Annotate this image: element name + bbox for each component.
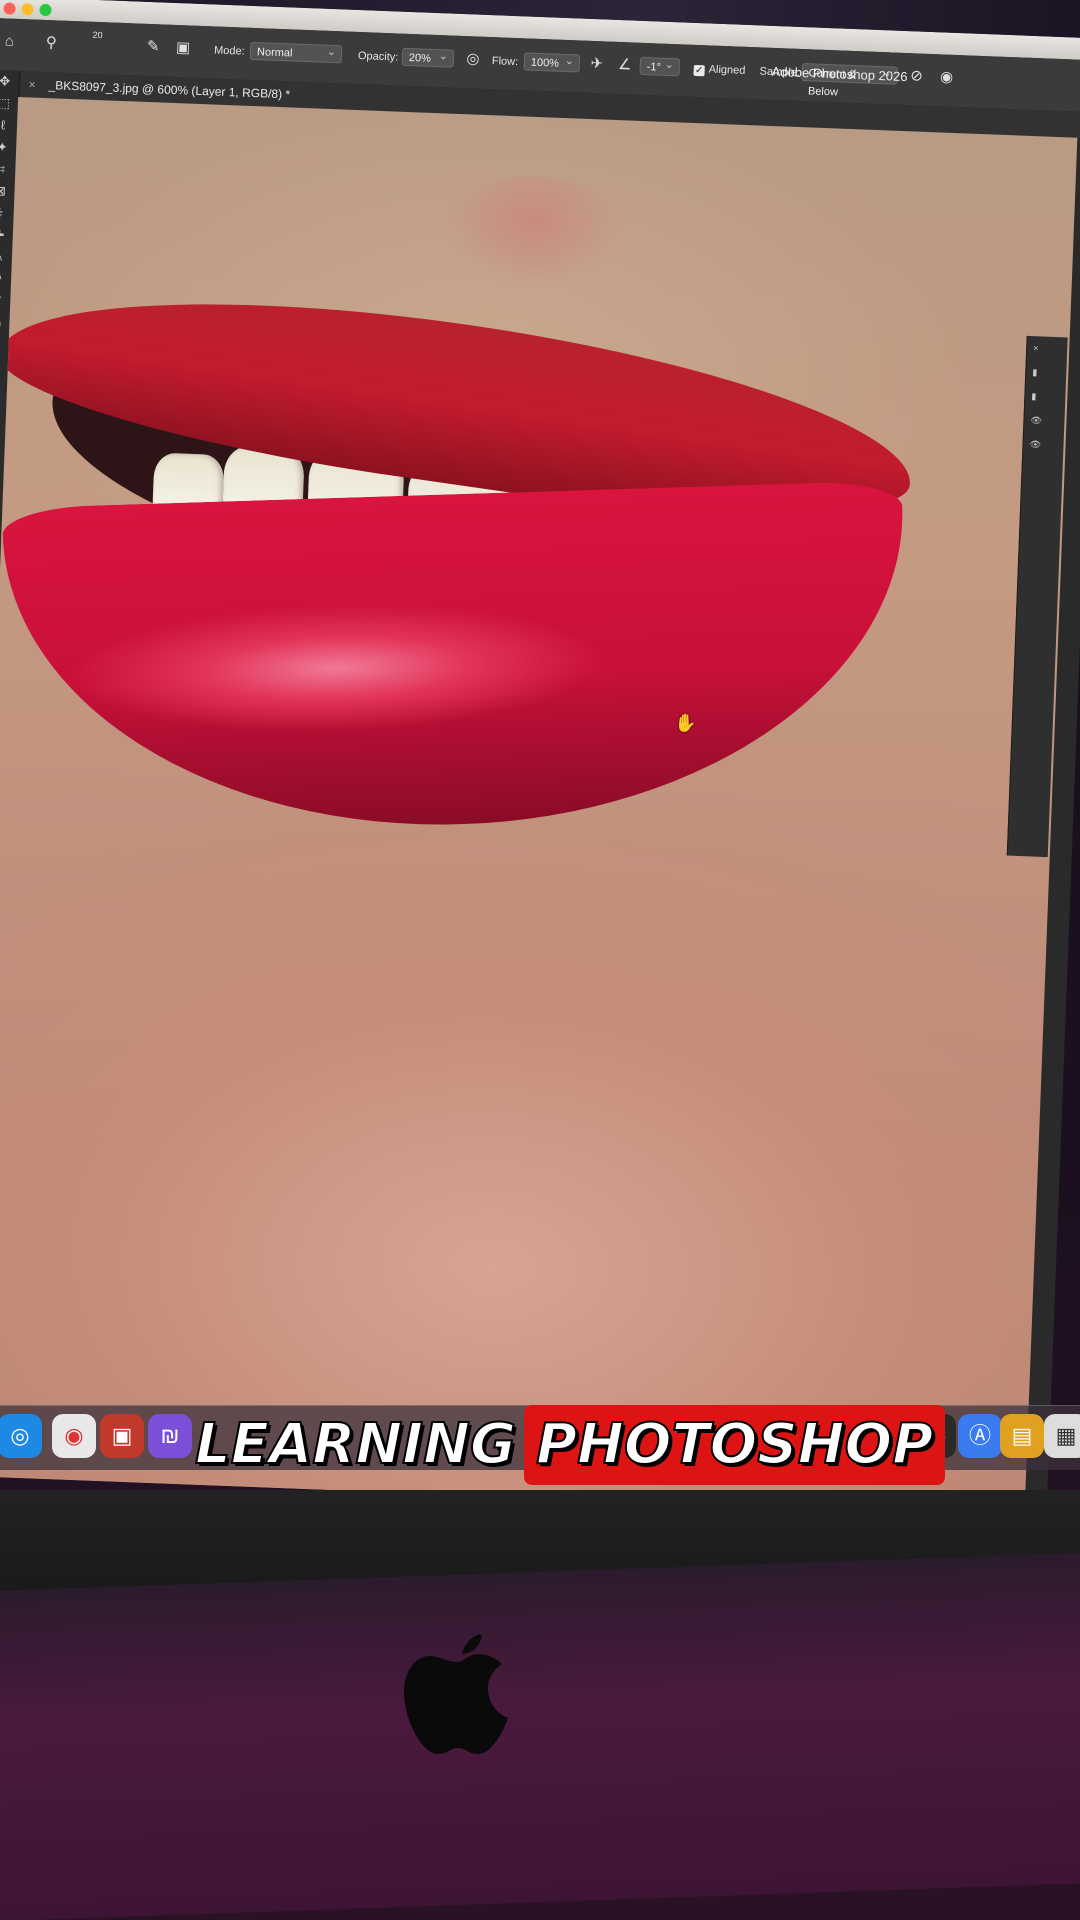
hand-cursor-icon: ✋: [674, 712, 698, 734]
close-tab-icon[interactable]: ×: [28, 71, 36, 97]
chrome-icon[interactable]: ◉: [52, 1414, 96, 1458]
scene: ⌂ ⚲ 20 ✎ ▣ Mode: Normal Opacity: 20% ◎ F…: [0, 0, 1080, 1920]
maximize-window-button[interactable]: [39, 3, 52, 17]
brush-size-value[interactable]: 20: [92, 30, 102, 40]
panel-tab[interactable]: ▮: [1026, 360, 1067, 386]
app-store-icon[interactable]: Ⓐ: [958, 1414, 1002, 1458]
video-caption: LEARNING PHOTOSHOP: [194, 1405, 946, 1485]
aligned-checkbox[interactable]: ✓ Aligned: [693, 63, 746, 78]
opacity-label: Opacity:: [357, 50, 399, 64]
mode-select[interactable]: Normal: [249, 41, 343, 64]
safari-icon[interactable]: ◎: [0, 1414, 42, 1458]
photo-booth-icon[interactable]: ▣: [100, 1414, 144, 1458]
frame-tool-icon[interactable]: ⊠: [0, 180, 15, 203]
caption-part-1: LEARNING: [194, 1411, 517, 1478]
crop-tool-icon[interactable]: ⌗: [0, 158, 16, 181]
caption-part-2: PHOTOSHOP: [523, 1405, 946, 1485]
lower-lip: [1, 480, 912, 839]
clone-stamp-tool-icon[interactable]: ⚲: [40, 32, 63, 55]
nose-tip: [441, 173, 626, 291]
apple-logo-icon: [404, 1634, 508, 1754]
flow-label: Flow:: [491, 55, 519, 69]
visibility-eye-icon[interactable]: 👁: [1023, 432, 1064, 458]
angle-input[interactable]: -1°: [639, 56, 681, 77]
panel-close-icon[interactable]: ×: [1027, 336, 1068, 362]
eyedropper-tool-icon[interactable]: ⚕: [0, 202, 14, 225]
lasso-tool-icon[interactable]: ℓ: [0, 114, 17, 137]
mode-label: Mode:: [213, 44, 245, 58]
magic-wand-tool-icon[interactable]: ✦: [0, 136, 17, 159]
panel-tab[interactable]: ▮: [1025, 384, 1066, 410]
marquee-tool-icon[interactable]: ⬚: [0, 92, 18, 115]
brush-settings-icon[interactable]: ✎: [142, 36, 165, 59]
image-canvas[interactable]: ✋: [0, 97, 1078, 1517]
calculator-icon[interactable]: ▦: [1044, 1414, 1080, 1458]
home-icon[interactable]: ⌂: [0, 30, 21, 53]
visibility-eye-icon[interactable]: 👁: [1024, 408, 1065, 434]
contacts-icon[interactable]: ▤: [1000, 1414, 1044, 1458]
flow-input[interactable]: 100%: [523, 52, 581, 73]
ignore-adjustment-layers-icon[interactable]: ⊘: [905, 65, 928, 88]
app-icon[interactable]: ₪: [148, 1414, 192, 1458]
pressure-opacity-icon[interactable]: ◎: [462, 48, 485, 71]
minimize-window-button[interactable]: [21, 3, 34, 16]
close-window-button[interactable]: [3, 2, 16, 15]
opacity-input[interactable]: 20%: [401, 47, 455, 68]
monitor-screen: ⌂ ⚲ 20 ✎ ▣ Mode: Normal Opacity: 20% ◎ F…: [0, 0, 1080, 1518]
aligned-label: Aligned: [708, 63, 746, 77]
healing-brush-tool-icon[interactable]: ✚: [0, 224, 13, 247]
monitor-chin: [0, 1552, 1080, 1920]
airbrush-icon[interactable]: ✈: [585, 53, 608, 76]
pressure-size-icon[interactable]: ◉: [935, 66, 958, 89]
brush-tool-icon[interactable]: ✎: [0, 246, 12, 269]
clone-source-icon[interactable]: ▣: [172, 37, 195, 60]
move-tool-icon[interactable]: ✥: [0, 70, 19, 93]
angle-icon: ∠: [617, 56, 632, 74]
